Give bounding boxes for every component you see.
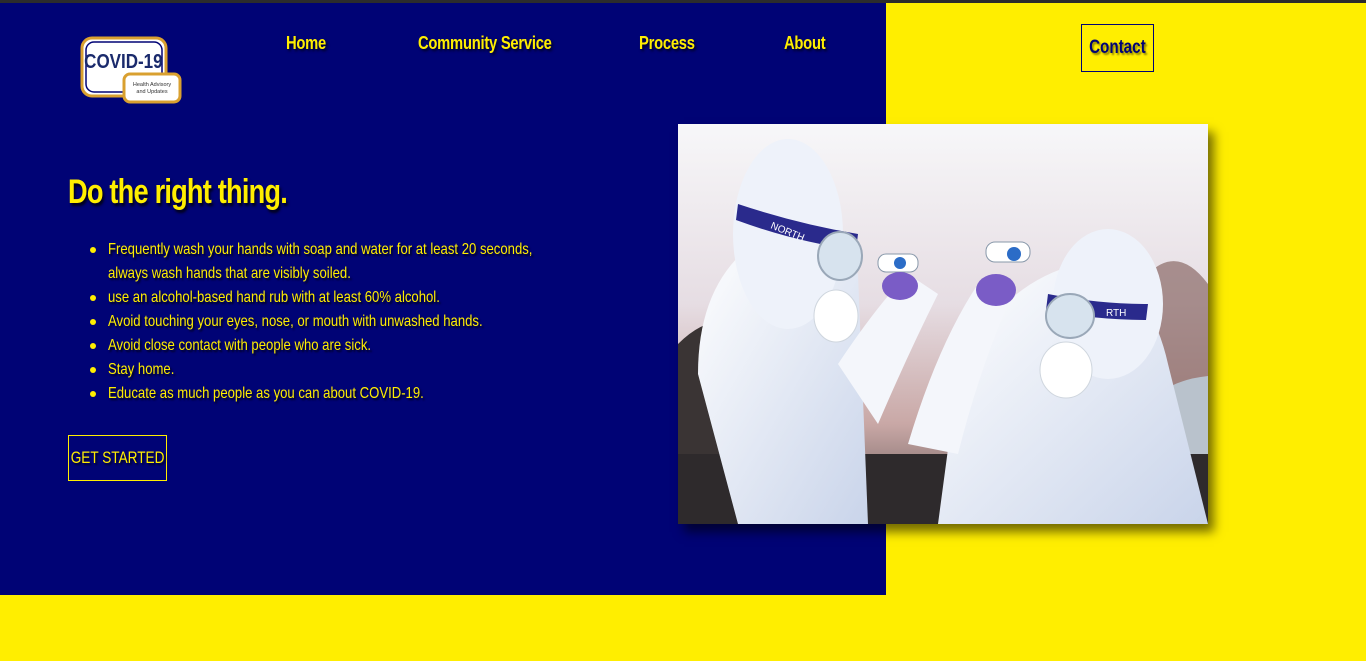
list-item: Stay home. — [88, 358, 648, 382]
nav-home[interactable]: Home — [286, 33, 326, 54]
list-item: Avoid close contact with people who are … — [88, 334, 648, 358]
safety-tips-list: Frequently wash your hands with soap and… — [88, 238, 648, 406]
logo-subtitle-2: and Updates — [136, 89, 167, 95]
main-nav: Home Community Service Process About — [0, 33, 886, 57]
hero-photo: NORTH RTH — [678, 124, 1208, 524]
health-workers-image: NORTH RTH — [678, 124, 1208, 524]
hero-headline: Do the right thing. — [68, 173, 288, 211]
goggle-strap-text-2: RTH — [1106, 308, 1126, 319]
nav-community-service[interactable]: Community Service — [418, 33, 552, 54]
list-item: use an alcohol-based hand rub with at le… — [88, 286, 648, 310]
list-item: Frequently wash your hands with soap and… — [88, 238, 648, 286]
contact-button[interactable]: Contact — [1081, 24, 1154, 72]
nav-about[interactable]: About — [784, 33, 826, 54]
list-item: Avoid touching your eyes, nose, or mouth… — [88, 310, 648, 334]
get-started-button[interactable]: GET STARTED — [68, 435, 167, 481]
logo-subtitle-1: Health Advisory — [133, 82, 171, 88]
nav-process[interactable]: Process — [639, 33, 695, 54]
list-item: Educate as much people as you can about … — [88, 382, 648, 406]
